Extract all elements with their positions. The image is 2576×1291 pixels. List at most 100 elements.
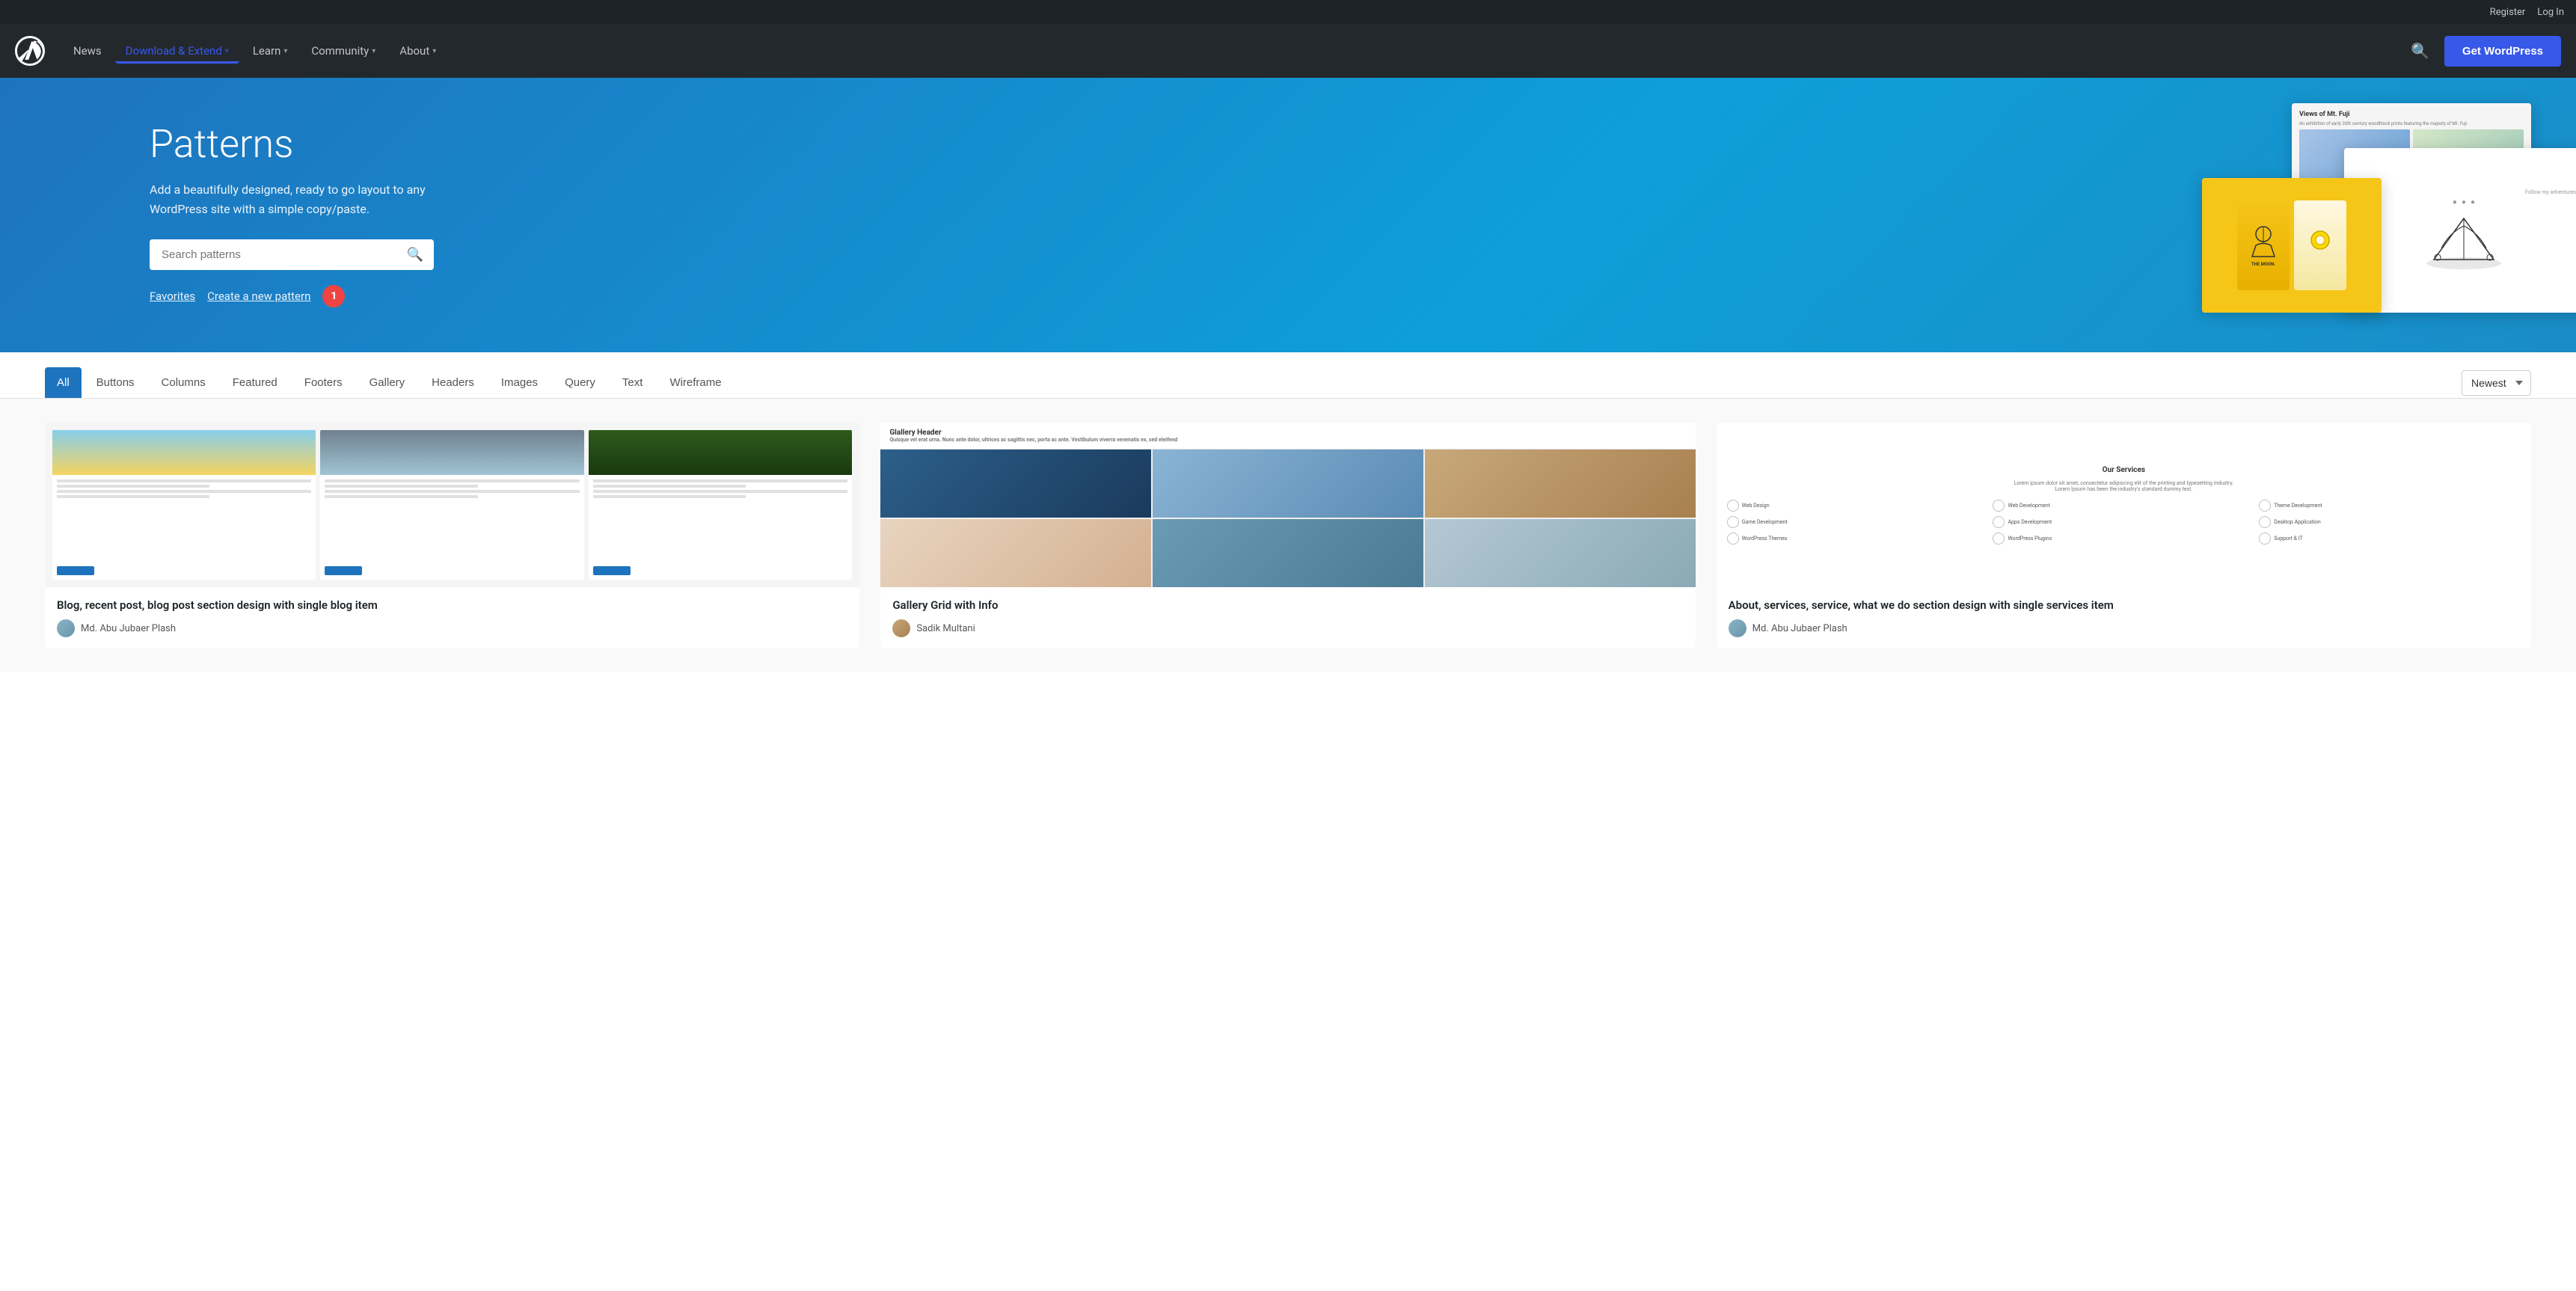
pattern-card-2[interactable]: Glallery Header Quisque vel erat urna. N…: [880, 423, 1695, 648]
nav-learn[interactable]: Learn ▾: [242, 38, 298, 64]
filter-tab-wireframe[interactable]: Wireframe: [657, 367, 733, 398]
service-dot: [2259, 533, 2271, 545]
gallery-cell-2: [1153, 450, 1423, 518]
collage-container: Views of Mt. Fuji An exhibition of early…: [2202, 103, 2576, 328]
service-dot: [1727, 500, 1739, 512]
pattern-thumb-1: [45, 423, 859, 587]
gallery-cell-1: [880, 450, 1151, 518]
gallery-subtitle: Quisque vel erat urna. Nunc ante dolor, …: [889, 437, 1686, 443]
top-bar: Register Log In: [0, 0, 2576, 24]
service-dot: [1993, 516, 2005, 528]
services-mock: Our Services Lorem ipsum dolor sit amet,…: [1717, 423, 2531, 587]
notification-badge: 1: [322, 285, 345, 307]
author-name-1: Md. Abu Jubaer Plash: [81, 623, 176, 634]
register-link[interactable]: Register: [2490, 7, 2526, 18]
service-wp-themes: WordPress Themes: [1727, 533, 1989, 545]
filter-tab-headers[interactable]: Headers: [420, 367, 486, 398]
pattern-info-1: Blog, recent post, blog post section des…: [45, 587, 859, 648]
service-dot: [2259, 500, 2271, 512]
service-web-design: Web Design: [1727, 500, 1989, 512]
blog-item-1: [52, 430, 316, 580]
service-dot: [1727, 533, 1739, 545]
filter-tab-footers[interactable]: Footers: [292, 367, 355, 398]
author-name-3: Md. Abu Jubaer Plash: [1752, 623, 1847, 634]
filter-tab-images[interactable]: Images: [489, 367, 550, 398]
ship-subtitle: Follow my adventures: [2352, 189, 2576, 195]
nav-community[interactable]: Community ▾: [301, 38, 386, 64]
login-link[interactable]: Log In: [2537, 7, 2564, 18]
blog-item-3: [589, 430, 852, 580]
service-game-dev: Game Development: [1727, 516, 1989, 528]
hero-text: Patterns Add a beautifully designed, rea…: [150, 123, 449, 307]
blog-img-beach: [52, 430, 316, 475]
filter-tab-columns[interactable]: Columns: [150, 367, 218, 398]
pattern-thumb-3: Our Services Lorem ipsum dolor sit amet,…: [1717, 423, 2531, 587]
search-icon-button[interactable]: 🔍: [2405, 36, 2435, 67]
nav-news[interactable]: News: [63, 38, 112, 64]
hero-collage: Views of Mt. Fuji An exhibition of early…: [1159, 78, 2576, 352]
service-dot: [1993, 533, 2005, 545]
blog-line: [325, 479, 579, 482]
chevron-down-icon: ▾: [283, 47, 287, 55]
favorites-link[interactable]: Favorites: [150, 289, 195, 303]
pattern-author-1: Md. Abu Jubaer Plash: [57, 619, 847, 637]
nav-about[interactable]: About ▾: [389, 38, 447, 64]
fuji-title: Views of Mt. Fuji: [2299, 111, 2524, 118]
blog-item-2: [320, 430, 583, 580]
nav-right: 🔍 Get WordPress: [2405, 36, 2561, 67]
service-web-dev: Web Development: [1993, 500, 2254, 512]
get-wordpress-button[interactable]: Get WordPress: [2444, 36, 2561, 67]
filter-tab-query[interactable]: Query: [553, 367, 607, 398]
blog-line: [593, 479, 847, 482]
search-input[interactable]: [150, 239, 396, 270]
author-avatar-3: [1729, 619, 1747, 637]
blog-line: [593, 485, 746, 488]
blog-line: [57, 495, 209, 498]
chevron-down-icon: ▾: [372, 47, 375, 55]
sort-select[interactable]: Newest Oldest Popular: [2462, 370, 2531, 396]
blog-line: [325, 485, 477, 488]
pattern-title-2: Gallery Grid with Info: [892, 598, 1683, 613]
pattern-card-3[interactable]: Our Services Lorem ipsum dolor sit amet,…: [1717, 423, 2531, 648]
create-pattern-link[interactable]: Create a new pattern: [207, 289, 310, 303]
blog-mock: [45, 423, 859, 587]
gallery-cell-5: [1153, 519, 1423, 587]
nav-download[interactable]: Download & Extend ▾: [115, 38, 239, 64]
patterns-grid: Blog, recent post, blog post section des…: [0, 399, 2576, 672]
filter-tab-buttons[interactable]: Buttons: [85, 367, 147, 398]
hero-description: Add a beautifully designed, ready to go …: [150, 180, 449, 218]
blog-line: [593, 495, 746, 498]
wordpress-logo[interactable]: [15, 36, 45, 66]
gallery-cell-4: [880, 519, 1151, 587]
author-avatar-1: [57, 619, 75, 637]
author-name-2: Sadik Multani: [916, 623, 975, 634]
filter-bar: All Buttons Columns Featured Footers Gal…: [0, 352, 2576, 399]
hero-links: Favorites Create a new pattern 1: [150, 285, 449, 307]
blog-img-pier: [320, 430, 583, 475]
services-subtitle: Lorem ipsum dolor sit amet, consectetur …: [2014, 480, 2233, 492]
service-dot: [1727, 516, 1739, 528]
service-dot: [1993, 500, 2005, 512]
search-button[interactable]: 🔍: [396, 239, 434, 270]
tarot-card-2: [2294, 200, 2346, 290]
gallery-title: Glallery Header: [889, 429, 1686, 437]
hero-section: Patterns Add a beautifully designed, rea…: [0, 78, 2576, 352]
main-nav: News Download & Extend ▾ Learn ▾ Communi…: [0, 24, 2576, 78]
blog-line: [57, 485, 209, 488]
services-title: Our Services: [2103, 466, 2145, 474]
pattern-title-1: Blog, recent post, blog post section des…: [57, 598, 847, 613]
filter-tab-all[interactable]: All: [45, 367, 82, 398]
tarot-card: THE MOON.: [2237, 200, 2290, 290]
service-dot: [2259, 516, 2271, 528]
filter-tab-featured[interactable]: Featured: [221, 367, 289, 398]
gallery-header: Glallery Header Quisque vel erat urna. N…: [880, 423, 1695, 450]
pattern-info-2: Gallery Grid with Info Sadik Multani: [880, 587, 1695, 648]
chevron-down-icon: ▾: [225, 47, 229, 55]
page-title: Patterns: [150, 123, 449, 165]
filter-tab-text[interactable]: Text: [610, 367, 655, 398]
blog-line: [325, 490, 579, 493]
fuji-subtitle: An exhibition of early 20th century wood…: [2299, 121, 2524, 126]
blog-btn: [57, 566, 94, 575]
filter-tab-gallery[interactable]: Gallery: [358, 367, 417, 398]
pattern-card-1[interactable]: Blog, recent post, blog post section des…: [45, 423, 859, 648]
